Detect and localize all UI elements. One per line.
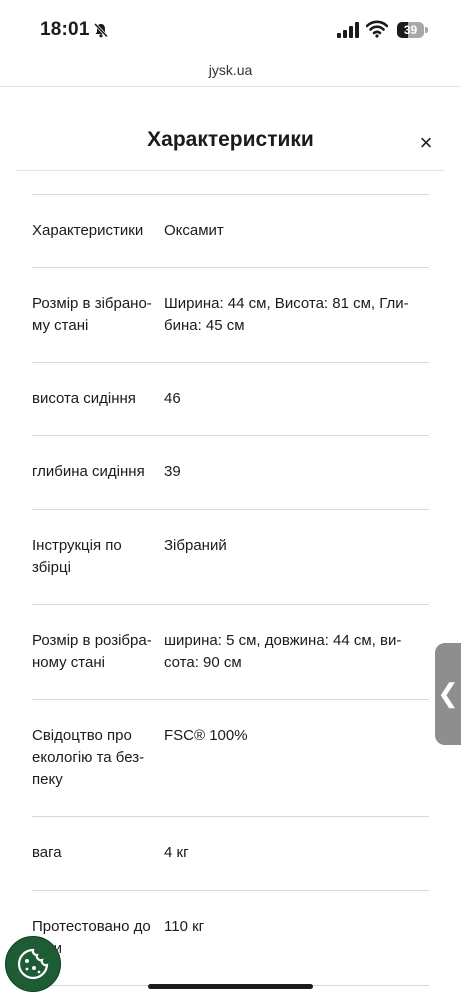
- cellular-signal-icon: [337, 22, 359, 38]
- spec-row: Розмір в розібра-ному стані ширина: 5 см…: [32, 605, 429, 700]
- url-text[interactable]: jysk.ua: [0, 62, 461, 78]
- spec-value: Зібраний: [164, 537, 227, 554]
- spec-row: Протестовано до ваги 110 кг: [32, 891, 429, 986]
- spec-row: Інструкція по збірці Зібраний: [32, 510, 429, 605]
- status-time: 18:01: [40, 19, 90, 40]
- spec-value: FSC® 100%: [164, 727, 248, 744]
- cookie-icon: [17, 948, 49, 980]
- battery-indicator: 39: [397, 22, 429, 38]
- status-bar: 18:01 39: [0, 0, 461, 54]
- spec-label: глибина сидіння: [32, 463, 145, 480]
- chevron-left-icon: ❮: [437, 678, 459, 708]
- cookie-settings-button[interactable]: [5, 936, 61, 992]
- home-indicator: [148, 984, 313, 989]
- side-drawer-tab[interactable]: ❮: [435, 643, 461, 745]
- panel-title: Характеристики: [147, 128, 314, 151]
- header-divider: [16, 170, 445, 171]
- spec-label: вага: [32, 844, 62, 861]
- spec-row: Свідоцтво про екологію та без-пеку FSC® …: [32, 700, 429, 817]
- browser-address-bar[interactable]: jysk.ua: [0, 54, 461, 87]
- spec-label: Інструкція по збірці: [32, 537, 122, 576]
- spec-label: Розмір в зібрано-му стані: [32, 295, 152, 334]
- spec-row: глибина сидіння 39: [32, 436, 429, 510]
- spec-value: 46: [164, 390, 181, 407]
- wifi-icon: [366, 20, 388, 38]
- spec-label: висота сидіння: [32, 390, 136, 407]
- spec-value: 39: [164, 463, 181, 480]
- spec-value: Ширина: 44 см, Висота: 81 см, Гли-бина: …: [164, 295, 409, 334]
- spec-row: вага 4 кг: [32, 817, 429, 891]
- battery-percent: 39: [403, 23, 418, 37]
- spec-row: висота сидіння 46: [32, 363, 429, 436]
- spec-value: 110 кг: [164, 918, 205, 935]
- spec-value: ширина: 5 см, довжина: 44 см, ви-сота: 9…: [164, 632, 402, 671]
- spec-label: Характеристики: [32, 222, 144, 239]
- spec-value: Оксамит: [164, 222, 224, 239]
- specs-table: Характеристики Оксамит Розмір в зібрано-…: [32, 195, 429, 986]
- spec-row: Характеристики Оксамит: [32, 195, 429, 268]
- spec-label: Свідоцтво про екологію та без-пеку: [32, 727, 145, 788]
- bell-slash-icon: [93, 22, 109, 38]
- spec-value: 4 кг: [164, 844, 189, 861]
- battery-cap: [425, 27, 428, 33]
- spec-row: Розмір в зібрано-му стані Ширина: 44 см,…: [32, 268, 429, 363]
- spec-label: Розмір в розібра-ному стані: [32, 632, 152, 671]
- close-button[interactable]: ×: [414, 132, 438, 154]
